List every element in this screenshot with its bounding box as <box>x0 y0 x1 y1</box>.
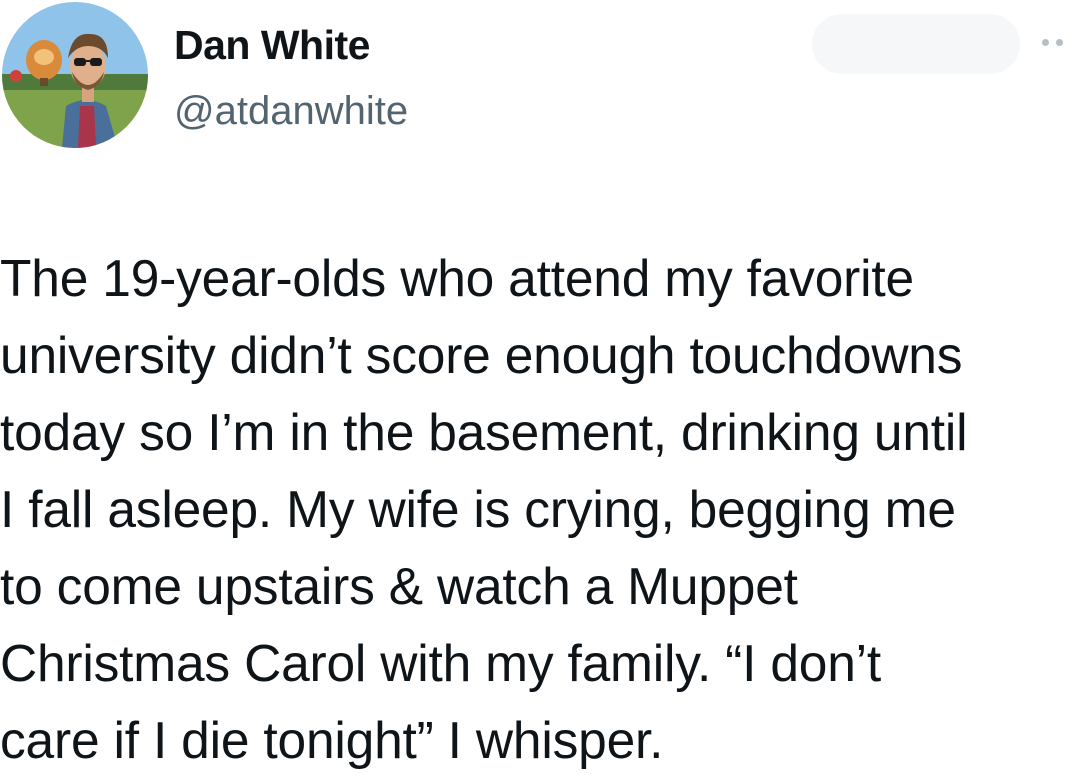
tweet-card: Dan White @atdanwhite The 19-year-olds w… <box>0 0 1080 774</box>
tweet-text-line: The 19-year-olds who attend my favorite <box>0 249 914 307</box>
more-dot <box>1042 39 1049 46</box>
tweet-text-line: I fall asleep. My wife is crying, beggin… <box>0 480 956 538</box>
tweet-text-line: care if I die tonight” I whisper. <box>0 711 664 769</box>
author-handle[interactable]: @atdanwhite <box>174 86 408 136</box>
follow-button[interactable] <box>812 14 1020 74</box>
more-dot <box>1056 39 1063 46</box>
tweet-text-line: today so I’m in the basement, drinking u… <box>0 403 968 461</box>
tweet-text-line: Christmas Carol with my family. “I don’t <box>0 634 882 692</box>
tweet-text: The 19-year-olds who attend my favorite … <box>0 240 1080 779</box>
tweet-text-line: to come upstairs & watch a Muppet <box>0 557 798 615</box>
author-name[interactable]: Dan White <box>174 20 370 70</box>
tweet-text-line: university didn’t score enough touchdown… <box>0 326 963 384</box>
profile-photo-icon <box>2 2 148 148</box>
more-options-icon[interactable] <box>1036 24 1076 60</box>
avatar[interactable] <box>2 2 148 148</box>
tweet-header: Dan White @atdanwhite <box>0 0 1080 160</box>
